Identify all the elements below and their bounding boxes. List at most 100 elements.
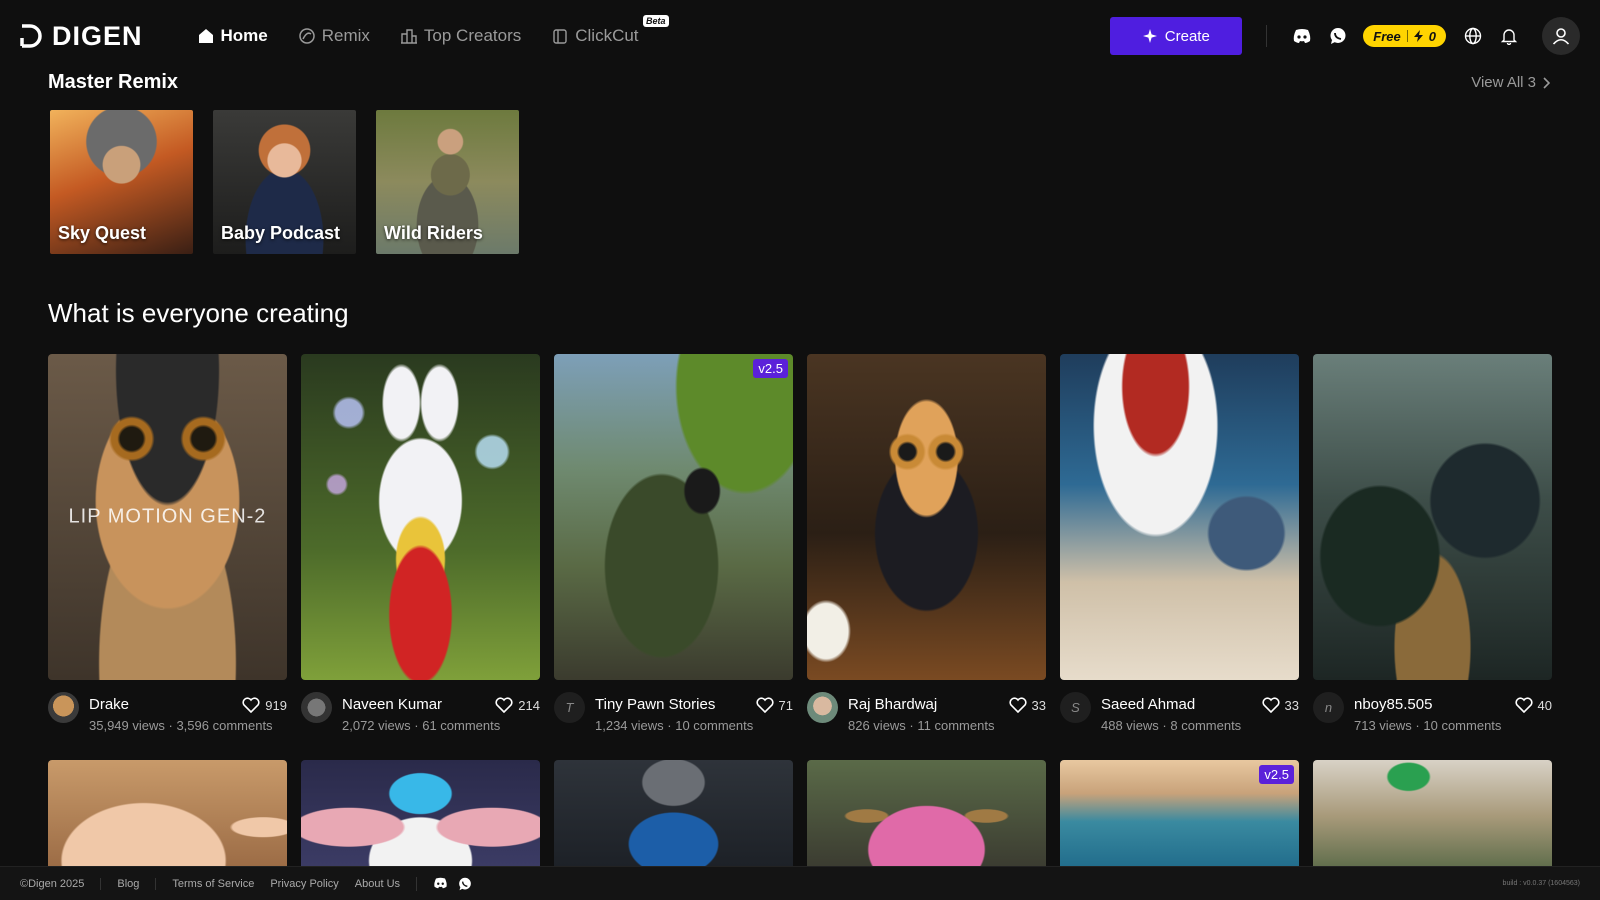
remix-icon xyxy=(299,28,315,44)
home-icon xyxy=(198,29,213,43)
footer-social xyxy=(416,876,472,891)
footer-link-blog[interactable]: Blog xyxy=(100,877,155,890)
comments-count: 10 comments xyxy=(675,718,754,733)
likes-count: 40 xyxy=(1537,697,1552,713)
card-thumbnail[interactable] xyxy=(301,760,540,872)
master-remix-title: Master Remix xyxy=(48,71,179,93)
creator-name[interactable]: Drake xyxy=(89,696,242,713)
like-button[interactable]: 40 xyxy=(1514,697,1552,713)
footer-link-about[interactable]: About Us xyxy=(355,878,416,890)
card-thumbnail[interactable] xyxy=(1060,354,1299,680)
feed-card[interactable]: Naveen Kumar 2,072 views · 61 comments 2… xyxy=(301,354,540,752)
like-button[interactable]: 33 xyxy=(1261,697,1299,713)
feed-card[interactable] xyxy=(48,760,287,872)
like-button[interactable]: 33 xyxy=(1008,697,1046,713)
feed-card[interactable]: Raj Bhardwaj 826 views · 11 comments 33 xyxy=(807,354,1046,752)
likes-count: 71 xyxy=(778,697,793,713)
card-meta: Naveen Kumar 2,072 views · 61 comments 2… xyxy=(301,692,540,752)
card-stats: 1,234 views · 10 comments xyxy=(595,718,754,733)
header-actions: Create Free 0 xyxy=(1110,17,1580,55)
card-thumbnail[interactable] xyxy=(554,760,793,872)
views-count: 2,072 views xyxy=(342,718,411,733)
feed-card[interactable] xyxy=(301,760,540,872)
creator-name[interactable]: Naveen Kumar xyxy=(342,696,495,713)
credits-badge[interactable]: Free 0 xyxy=(1363,25,1446,47)
brand-name: DIGEN xyxy=(52,20,143,51)
views-count: 713 views xyxy=(1354,718,1412,733)
comments-count: 11 comments xyxy=(917,718,995,733)
card-thumbnail[interactable]: LIP MOTION GEN-2 xyxy=(48,354,287,680)
whatsapp-icon[interactable] xyxy=(458,877,472,891)
remix-card-wild-riders[interactable]: Wild Riders xyxy=(376,110,519,254)
views-count: 35,949 views xyxy=(89,718,165,733)
card-meta: n nboy85.505 713 views · 10 comments 40 xyxy=(1313,692,1552,752)
card-meta: T Tiny Pawn Stories 1,234 views · 10 com… xyxy=(554,692,793,752)
discord-icon[interactable] xyxy=(433,877,448,889)
whatsapp-icon xyxy=(1330,28,1346,44)
master-remix-row: Sky Quest Baby Podcast Wild Riders xyxy=(50,110,519,254)
creator-name[interactable]: nboy85.505 xyxy=(1354,696,1515,713)
nav-remix[interactable]: Remix xyxy=(298,26,370,46)
card-thumbnail[interactable] xyxy=(1313,354,1552,680)
credits-separator xyxy=(1406,30,1408,42)
card-thumbnail[interactable] xyxy=(301,354,540,680)
creator-avatar[interactable]: n xyxy=(1313,692,1344,723)
creator-name[interactable]: Raj Bhardwaj xyxy=(848,696,1009,713)
build-version: build : v0.0.37 (1604563) xyxy=(1502,880,1580,887)
feed-card[interactable]: LIP MOTION GEN-2 Drake 35,949 views · 3,… xyxy=(48,354,287,752)
heart-icon xyxy=(242,697,260,713)
profile-button[interactable] xyxy=(1542,17,1580,55)
like-button[interactable]: 919 xyxy=(242,697,287,713)
feed-card[interactable]: n nboy85.505 713 views · 10 comments 40 xyxy=(1313,354,1552,752)
footer-link-terms[interactable]: Terms of Service xyxy=(155,877,270,890)
card-thumbnail[interactable] xyxy=(807,760,1046,872)
creator-avatar[interactable]: T xyxy=(554,692,585,723)
create-button[interactable]: Create xyxy=(1110,17,1243,55)
creator-avatar[interactable] xyxy=(807,692,838,723)
create-button-label: Create xyxy=(1164,27,1210,45)
remix-card-baby-podcast[interactable]: Baby Podcast xyxy=(213,110,356,254)
card-thumbnail[interactable] xyxy=(48,760,287,872)
user-icon xyxy=(1552,28,1570,45)
view-all-link[interactable]: View All 3 xyxy=(1471,74,1550,91)
card-overlay-text: LIP MOTION GEN-2 xyxy=(68,505,267,528)
card-thumbnail[interactable]: v2.5 xyxy=(554,354,793,680)
footer: ©Digen 2025 Blog Terms of Service Privac… xyxy=(0,866,1600,900)
comments-count: 8 comments xyxy=(1170,718,1242,733)
feed-card[interactable] xyxy=(807,760,1046,872)
feed-card[interactable]: S Saeed Ahmad 488 views · 8 comments 33 xyxy=(1060,354,1299,752)
remix-card-label: Baby Podcast xyxy=(221,223,341,243)
nav-home[interactable]: Home xyxy=(197,26,268,46)
creator-avatar[interactable]: S xyxy=(1060,692,1091,723)
discord-button[interactable] xyxy=(1291,25,1313,47)
logo-mark-icon xyxy=(20,24,42,48)
card-thumbnail[interactable] xyxy=(1313,760,1552,872)
feed-card[interactable]: v2.5 xyxy=(1060,760,1299,872)
remix-card-sky-quest[interactable]: Sky Quest xyxy=(50,110,193,254)
creator-avatar[interactable] xyxy=(301,692,332,723)
feed-card[interactable] xyxy=(554,760,793,872)
like-button[interactable]: 71 xyxy=(755,697,793,713)
creator-avatar[interactable] xyxy=(48,692,79,723)
digen-logo[interactable]: DIGEN xyxy=(20,21,143,52)
creator-name[interactable]: Saeed Ahmad xyxy=(1101,696,1262,713)
card-thumbnail[interactable]: v2.5 xyxy=(1060,760,1299,872)
footer-link-privacy[interactable]: Privacy Policy xyxy=(270,878,354,890)
feed-card[interactable]: v2.5 T Tiny Pawn Stories 1,234 views · 1… xyxy=(554,354,793,752)
nav-top-creators[interactable]: Top Creators xyxy=(400,26,521,46)
like-button[interactable]: 214 xyxy=(495,697,540,713)
card-thumbnail[interactable] xyxy=(807,354,1046,680)
feed-card[interactable] xyxy=(1313,760,1552,872)
likes-count: 919 xyxy=(265,697,287,713)
card-meta: Raj Bhardwaj 826 views · 11 comments 33 xyxy=(807,692,1046,752)
notifications-button[interactable] xyxy=(1498,25,1520,47)
creator-name[interactable]: Tiny Pawn Stories xyxy=(595,696,756,713)
lightning-icon xyxy=(1413,30,1423,42)
nav-clickcut[interactable]: ClickCut Beta xyxy=(551,15,669,46)
card-meta: S Saeed Ahmad 488 views · 8 comments 33 xyxy=(1060,692,1299,752)
card-meta-text: nboy85.505 713 views · 10 comments xyxy=(1354,692,1515,733)
nav-remix-label: Remix xyxy=(321,26,370,45)
language-button[interactable] xyxy=(1462,25,1484,47)
whatsapp-button[interactable] xyxy=(1327,25,1349,47)
feed-grid: LIP MOTION GEN-2 Drake 35,949 views · 3,… xyxy=(48,354,1552,872)
